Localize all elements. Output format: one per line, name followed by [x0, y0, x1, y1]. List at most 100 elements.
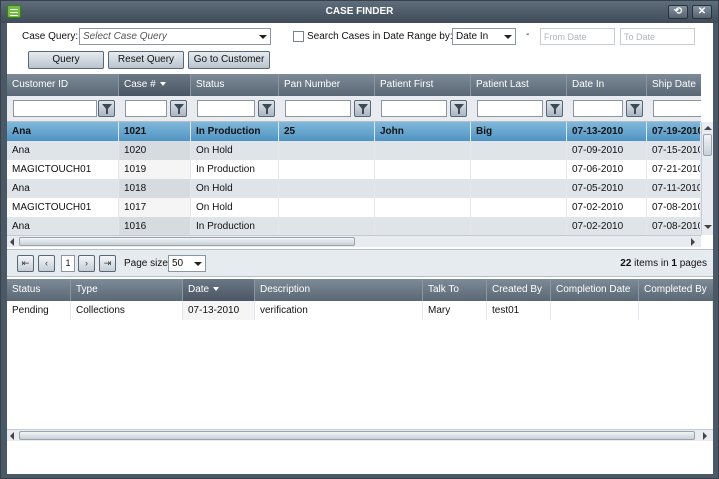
chevron-down-icon: [504, 35, 512, 39]
table-row[interactable]: Ana 1016 In Production 07-02-2010 07-08-2010: [7, 217, 701, 236]
filter-button-pan-number[interactable]: [354, 100, 371, 117]
refresh-button[interactable]: ⟲: [668, 5, 688, 19]
cell-patient-last: [471, 179, 567, 198]
filter-icon: [358, 104, 368, 114]
column-header-label: Date: [188, 284, 210, 295]
cell-customer-id: MAGICTOUCH01: [7, 198, 119, 217]
cell-patient-last: [471, 141, 567, 160]
column-header-history-status[interactable]: Status: [7, 279, 71, 301]
sort-desc-icon: [213, 287, 220, 292]
cell-date-in: 07-05-2010: [567, 179, 647, 198]
page-size-value: 50: [172, 258, 184, 269]
filter-button-patient-last[interactable]: [546, 100, 563, 117]
column-header-patient-first[interactable]: Patient First: [375, 74, 471, 96]
scroll-down-icon[interactable]: [704, 225, 712, 229]
column-header-completion-date[interactable]: Completion Date: [551, 279, 639, 301]
filter-button-date-in[interactable]: [626, 100, 643, 117]
filter-input-pan-number[interactable]: [285, 100, 351, 117]
from-date-input[interactable]: From Date: [540, 28, 615, 45]
cell-status: On Hold: [191, 198, 279, 217]
column-header-date[interactable]: Date: [183, 279, 255, 301]
column-header-case-number[interactable]: Case #: [119, 74, 191, 96]
horizontal-scroll-thumb[interactable]: [19, 431, 695, 440]
cell-ship-date: 07-08-2010: [647, 198, 701, 217]
column-header-completed-by[interactable]: Completed By: [639, 279, 713, 301]
window-title: CASE FINDER: [325, 6, 394, 17]
query-button[interactable]: Query: [28, 51, 104, 69]
go-to-customer-button[interactable]: Go to Customer: [188, 51, 270, 69]
current-page-number[interactable]: 1: [61, 255, 75, 272]
cell-customer-id: MAGICTOUCH01: [7, 160, 119, 179]
table-row[interactable]: MAGICTOUCH01 1019 In Production 07-06-2010 0…: [7, 160, 701, 179]
filter-icon: [550, 104, 560, 114]
reset-query-button[interactable]: Reset Query: [108, 51, 184, 69]
page-size-dropdown[interactable]: 50: [168, 255, 206, 272]
to-date-input[interactable]: To Date: [620, 28, 695, 45]
cell-date-in: 07-13-2010: [567, 122, 647, 141]
total-pages-count: 1: [671, 258, 677, 269]
sort-desc-icon: [159, 82, 166, 87]
case-query-placeholder: Select Case Query: [83, 31, 167, 42]
filter-input-case-number[interactable]: [125, 100, 167, 117]
cell-patient-last: [471, 217, 567, 236]
table-row-selected[interactable]: Ana 1021 In Production 25 John Big 07-13-2010 0…: [7, 122, 701, 141]
table-row[interactable]: MAGICTOUCH01 1017 On Hold 07-02-2010 07-08-2…: [7, 198, 701, 217]
date-range-checkbox[interactable]: [293, 31, 304, 42]
column-header-status[interactable]: Status: [191, 74, 279, 96]
column-header-label: Case #: [124, 79, 156, 90]
filter-button-status[interactable]: [258, 100, 275, 117]
case-query-dropdown[interactable]: Select Case Query: [79, 28, 271, 45]
cell-customer-id: Ana: [7, 141, 119, 160]
scroll-up-icon[interactable]: [704, 126, 712, 130]
table-row[interactable]: Ana 1020 On Hold 07-09-2010 07-15-2010: [7, 141, 701, 160]
column-header-customer-id[interactable]: Customer ID: [7, 74, 119, 96]
filter-input-customer-id[interactable]: [13, 100, 97, 117]
previous-page-button[interactable]: ‹: [38, 255, 55, 272]
history-horizontal-scrollbar[interactable]: [7, 429, 713, 441]
filter-button-case-number[interactable]: [170, 100, 187, 117]
column-header-description[interactable]: Description: [255, 279, 423, 301]
cell-status: In Production: [191, 217, 279, 236]
filter-input-ship-date[interactable]: [653, 100, 701, 117]
column-header-talk-to[interactable]: Talk To: [423, 279, 487, 301]
cell-type: Collections: [71, 301, 183, 320]
cell-patient-last: Big: [471, 122, 567, 141]
filter-input-patient-first[interactable]: [381, 100, 447, 117]
vertical-scroll-thumb[interactable]: [703, 134, 712, 156]
close-button[interactable]: ✕: [692, 5, 712, 19]
next-page-button[interactable]: ›: [78, 255, 95, 272]
cell-pan-number: [279, 217, 375, 236]
filter-input-status[interactable]: [197, 100, 255, 117]
chevron-down-icon: [259, 35, 267, 39]
cell-created-by: test01: [487, 301, 551, 320]
cell-patient-first: [375, 141, 471, 160]
column-header-pan-number[interactable]: Pan Number: [279, 74, 375, 96]
filter-button-patient-first[interactable]: [450, 100, 467, 117]
scroll-right-icon[interactable]: [703, 432, 707, 440]
cases-horizontal-scrollbar[interactable]: [7, 235, 701, 247]
first-page-button[interactable]: ⇤: [17, 255, 34, 272]
filter-input-patient-last[interactable]: [477, 100, 543, 117]
cell-customer-id: Ana: [7, 122, 119, 141]
chevron-down-icon: [194, 262, 202, 266]
column-header-created-by[interactable]: Created By: [487, 279, 551, 301]
cell-status: On Hold: [191, 141, 279, 160]
scroll-right-icon[interactable]: [691, 238, 695, 246]
last-page-button[interactable]: ⇥: [99, 255, 116, 272]
column-header-type[interactable]: Type: [71, 279, 183, 301]
scroll-left-icon[interactable]: [10, 238, 14, 246]
filter-input-date-in[interactable]: [573, 100, 623, 117]
cell-date-in: 07-02-2010: [567, 198, 647, 217]
horizontal-scroll-thumb[interactable]: [19, 237, 355, 246]
cases-vertical-scrollbar[interactable]: [701, 122, 713, 235]
scroll-left-icon[interactable]: [10, 432, 14, 440]
date-range-dropdown[interactable]: Date In: [452, 28, 516, 45]
table-row[interactable]: Ana 1018 On Hold 07-05-2010 07-11-2010: [7, 179, 701, 198]
history-row[interactable]: Pending Collections 07-13-2010 verification…: [7, 301, 713, 320]
filter-button-customer-id[interactable]: [98, 100, 115, 117]
column-header-patient-last[interactable]: Patient Last: [471, 74, 567, 96]
column-header-ship-date[interactable]: Ship Date: [647, 74, 701, 96]
cell-case-number: 1017: [119, 198, 191, 217]
filter-icon: [174, 104, 184, 114]
column-header-date-in[interactable]: Date In: [567, 74, 647, 96]
